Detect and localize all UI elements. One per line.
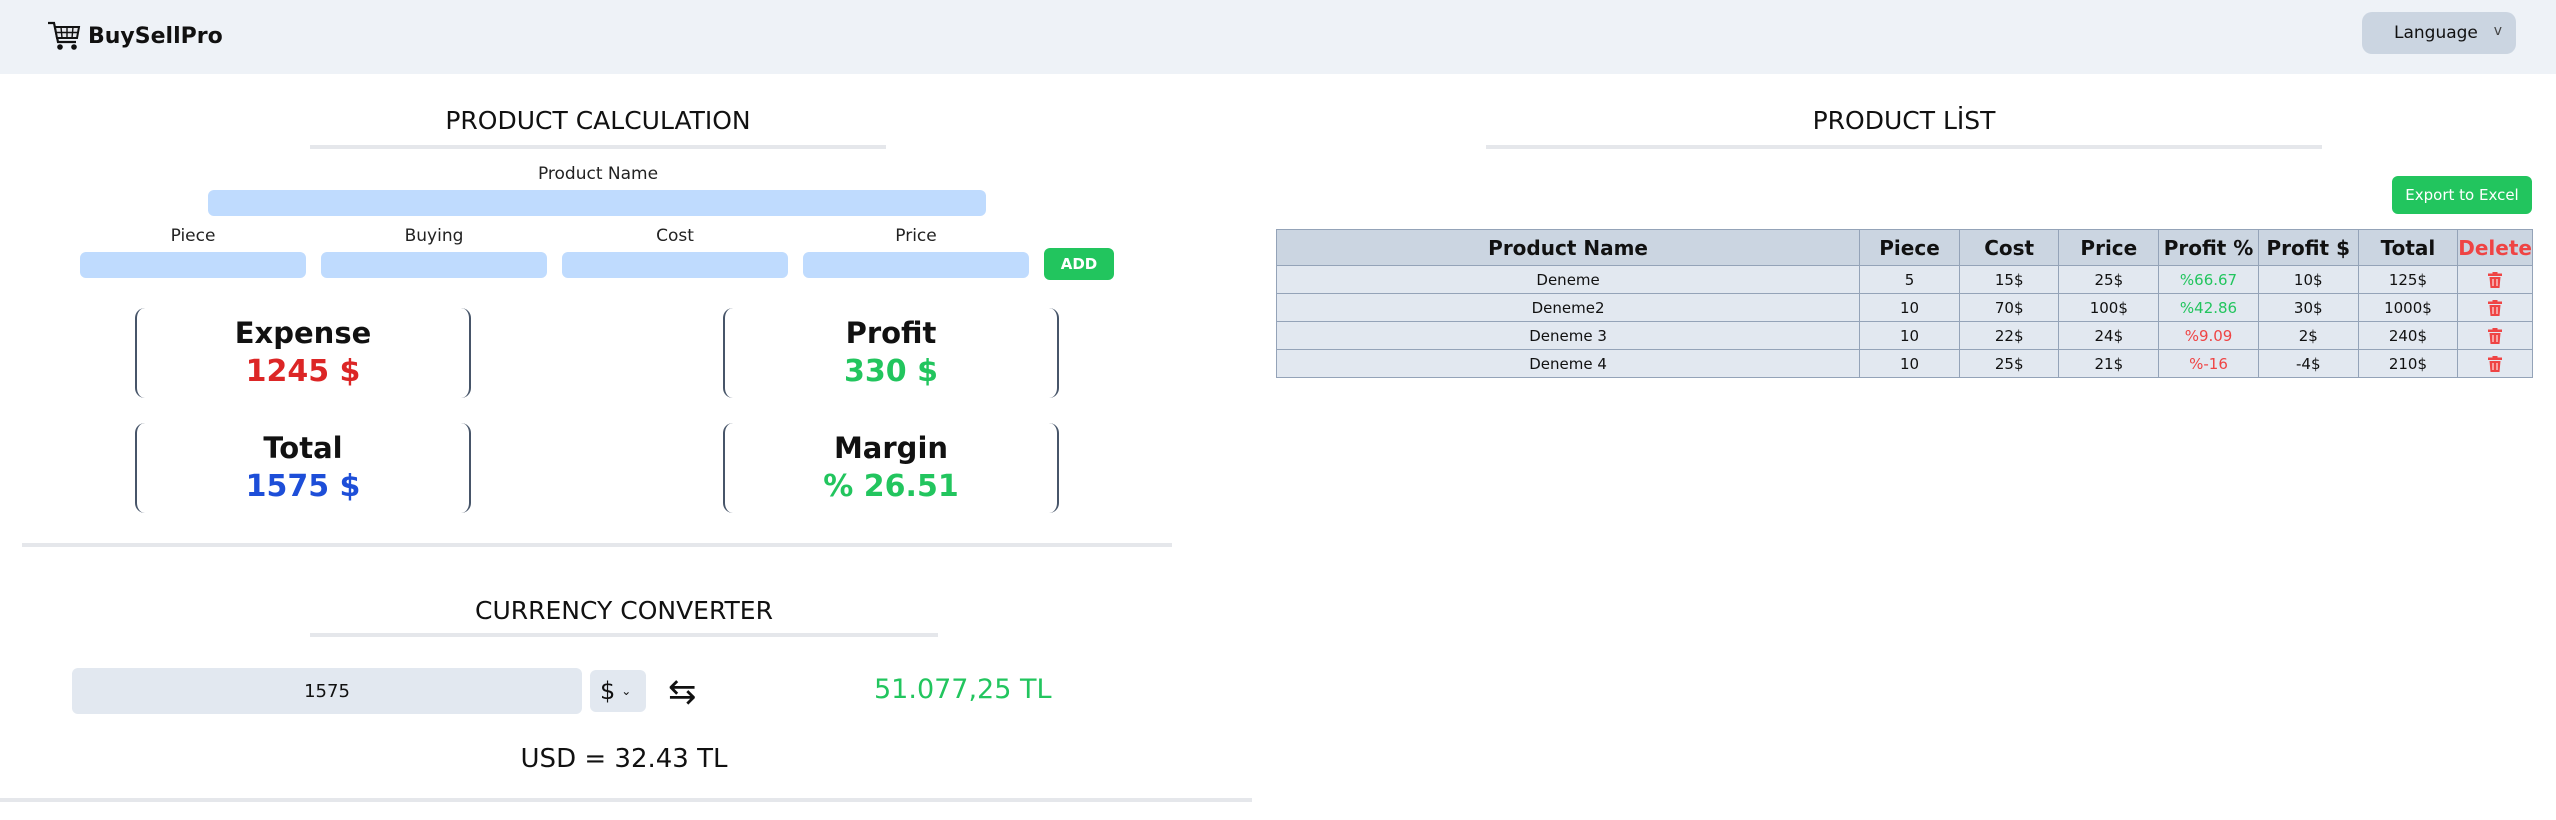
buying-input[interactable] [321, 252, 547, 278]
table-row: Deneme 5 15$ 25$ %66.67 10$ 125$ [1275, 265, 2533, 294]
cell-price: 25$ [2058, 265, 2160, 294]
amount-input[interactable]: 1575 [72, 668, 582, 714]
col-profit-pct: Profit % [2158, 229, 2259, 266]
swap-icon[interactable]: ⇆ [668, 672, 697, 712]
col-product-name: Product Name [1275, 229, 1861, 266]
cell-total: 1000$ [2357, 293, 2459, 322]
cost-label: Cost [656, 226, 694, 246]
table-body: Deneme 5 15$ 25$ %66.67 10$ 125$ Deneme2 10 70$ 10… [1275, 265, 2533, 378]
cell-piece: 5 [1859, 265, 1960, 294]
total-value: 1575 $ [245, 469, 361, 504]
cell-piece: 10 [1859, 321, 1960, 350]
cell-profit-pct: %42.86 [2158, 293, 2259, 322]
cell-profit-pct: %66.67 [2158, 265, 2259, 294]
col-total: Total [2357, 229, 2459, 266]
expense-card: Expense 1245 $ [135, 308, 471, 398]
cell-profit-usd: 30$ [2257, 293, 2359, 322]
converted-result: 51.077,25 TL [874, 674, 1052, 705]
cell-product-name: Deneme [1275, 265, 1861, 294]
table-row: Deneme 3 10 22$ 24$ %9.09 2$ 240$ [1275, 321, 2533, 350]
exchange-rate: USD = 32.43 TL [520, 744, 728, 774]
top-navbar: BuySellPro Language v [0, 0, 2556, 74]
cell-profit-pct: %-16 [2158, 349, 2259, 378]
cell-profit-usd: 10$ [2257, 265, 2359, 294]
cell-delete [2457, 265, 2533, 294]
table-row: Deneme2 10 70$ 100$ %42.86 30$ 1000$ [1275, 293, 2533, 322]
chevron-down-icon: ⌄ [621, 684, 632, 698]
col-cost: Cost [1958, 229, 2060, 266]
margin-value: % 26.51 [823, 469, 959, 504]
cell-cost: 70$ [1958, 293, 2060, 322]
profit-title: Profit [845, 316, 937, 350]
cell-delete [2457, 349, 2533, 378]
piece-input[interactable] [80, 252, 306, 278]
calculation-divider [310, 145, 886, 149]
language-label: Language [2394, 23, 2478, 43]
table-header-row: Product Name Piece Cost Price Profit % P… [1275, 229, 2533, 266]
export-to-excel-button[interactable]: Export to Excel [2392, 176, 2532, 214]
cell-cost: 25$ [1958, 349, 2060, 378]
cell-delete [2457, 321, 2533, 350]
cell-piece: 10 [1859, 293, 1960, 322]
cell-cost: 22$ [1958, 321, 2060, 350]
expense-title: Expense [234, 316, 372, 350]
price-label: Price [895, 226, 937, 246]
brand[interactable]: BuySellPro [46, 18, 223, 54]
cell-total: 125$ [2357, 265, 2459, 294]
cell-profit-pct: %9.09 [2158, 321, 2259, 350]
product-name-input[interactable] [208, 190, 986, 216]
add-button[interactable]: ADD [1044, 248, 1114, 280]
cell-price: 100$ [2058, 293, 2160, 322]
cell-product-name: Deneme2 [1275, 293, 1861, 322]
cost-input[interactable] [562, 252, 788, 278]
cell-delete [2457, 293, 2533, 322]
cart-icon [48, 21, 81, 50]
trash-icon[interactable] [2488, 272, 2503, 288]
trash-icon[interactable] [2488, 328, 2503, 344]
col-price: Price [2058, 229, 2160, 266]
bottom-divider [0, 798, 1252, 802]
chevron-down-icon: v [2493, 23, 2502, 39]
section-divider [22, 543, 1172, 547]
col-profit-usd: Profit $ [2257, 229, 2359, 266]
cell-piece: 10 [1859, 349, 1960, 378]
currency-select[interactable]: $ ⌄ [590, 670, 646, 712]
calculation-title: PRODUCT CALCULATION [445, 106, 751, 135]
trash-icon[interactable] [2488, 356, 2503, 372]
buying-label: Buying [404, 226, 464, 246]
profit-card: Profit 330 $ [723, 308, 1059, 398]
profit-value: 330 $ [844, 354, 938, 389]
cell-product-name: Deneme 4 [1275, 349, 1861, 378]
col-piece: Piece [1859, 229, 1960, 266]
cell-total: 210$ [2357, 349, 2459, 378]
cell-price: 24$ [2058, 321, 2160, 350]
currency-value: $ [600, 677, 616, 705]
converter-divider [310, 633, 938, 637]
cell-price: 21$ [2058, 349, 2160, 378]
col-delete: Delete [2457, 229, 2533, 266]
trash-icon[interactable] [2488, 300, 2503, 316]
converter-title: CURRENCY CONVERTER [475, 596, 773, 625]
product-list-title: PRODUCT LİST [1812, 106, 1996, 135]
margin-title: Margin [833, 431, 949, 465]
margin-card: Margin % 26.51 [723, 423, 1059, 513]
product-name-label: Product Name [537, 164, 659, 184]
cell-profit-usd: 2$ [2257, 321, 2359, 350]
piece-label: Piece [170, 226, 216, 246]
total-card: Total 1575 $ [135, 423, 471, 513]
table-row: Deneme 4 10 25$ 21$ %-16 -4$ 210$ [1275, 349, 2533, 378]
total-title: Total [263, 431, 343, 465]
language-dropdown[interactable]: Language v [2362, 12, 2516, 54]
price-input[interactable] [803, 252, 1029, 278]
brand-name: BuySellPro [88, 23, 223, 49]
product-table: Product Name Piece Cost Price Profit % P… [1275, 229, 2533, 378]
cell-profit-usd: -4$ [2257, 349, 2359, 378]
cell-total: 240$ [2357, 321, 2459, 350]
cell-cost: 15$ [1958, 265, 2060, 294]
product-list-divider [1486, 145, 2322, 149]
expense-value: 1245 $ [245, 354, 361, 389]
cell-product-name: Deneme 3 [1275, 321, 1861, 350]
